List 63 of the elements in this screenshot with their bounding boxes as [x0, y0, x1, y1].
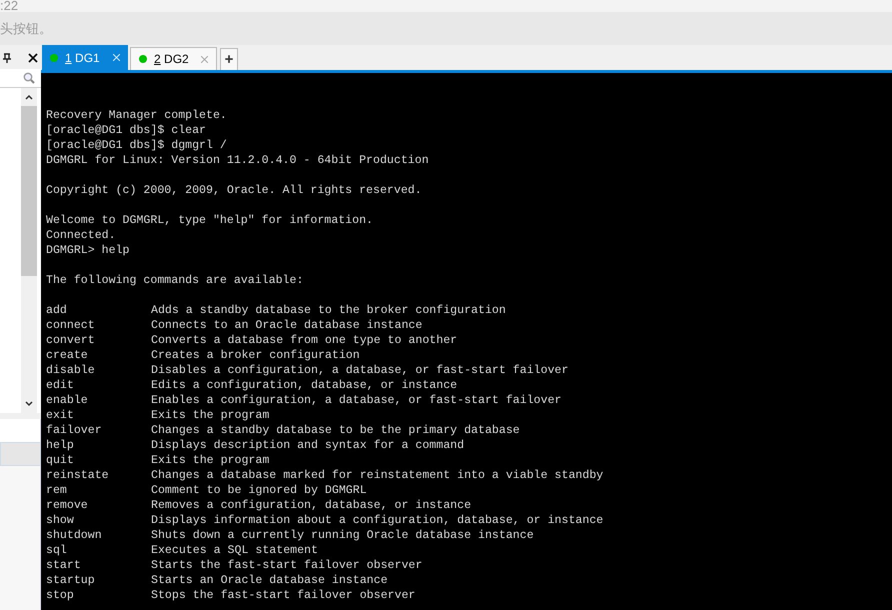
command-name: startup [46, 573, 96, 588]
command-name: convert [46, 333, 96, 348]
command-name: help [46, 438, 75, 453]
new-tab-button[interactable]: + [220, 48, 238, 70]
terminal-line: Welcome to DGMGRL, type "help" for information. [46, 213, 373, 228]
terminal-line: DGMGRL> help [46, 243, 130, 258]
command-description: Displays information about a configuration, database, or instance [151, 513, 604, 528]
command-description: Displays description and syntax for a command [151, 438, 464, 453]
command-name: reinstate [46, 468, 110, 483]
command-description: Starts the fast-start failover observer [151, 558, 422, 573]
search-icon [23, 72, 35, 84]
close-icon[interactable] [28, 52, 38, 62]
terminal-line: [oracle@DG1 dbs]$ clear [46, 123, 206, 138]
command-name: connect [46, 318, 96, 333]
command-description: Shuts down a currently running Oracle database instance [151, 528, 534, 543]
clock-text: :22 [0, 0, 18, 12]
tab-label: 1 DG1 [65, 50, 101, 66]
command-description: Comment to be ignored by DGMGRL [151, 483, 367, 498]
command-description: Disables a configuration, a database, or fast-start failover [151, 363, 568, 378]
terminal-tab[interactable]: 1 DG1 [42, 45, 128, 70]
command-name: sql [46, 543, 68, 558]
command-name: rem [46, 483, 68, 498]
command-name: add [46, 303, 68, 318]
command-name: stop [46, 588, 75, 603]
command-description: Starts an Oracle database instance [151, 573, 388, 588]
command-description: Creates a broker configuration [151, 348, 360, 363]
command-description: Executes a SQL statement [151, 543, 318, 558]
command-name: quit [46, 453, 75, 468]
command-name: show [46, 513, 75, 528]
command-description: Connects to an Oracle database instance [151, 318, 422, 333]
scrollbar-thumb[interactable] [21, 106, 37, 276]
terminal-line: DGMGRL for Linux: Version 11.2.0.4.0 - 64bit Production [46, 153, 429, 168]
command-description: Exits the program [151, 453, 270, 468]
terminal-line: [oracle@DG1 dbs]$ dgmgrl / [46, 138, 227, 153]
command-description: Edits a configuration, database, or instance [151, 378, 458, 393]
command-description: Removes a configuration, database, or instance [151, 498, 472, 513]
command-description: Exits the program [151, 408, 270, 423]
command-description: Changes a database marked for reinstatement into a viable standby [151, 468, 604, 483]
command-name: remove [46, 498, 89, 513]
terminal-line: The following commands are available: [46, 273, 304, 288]
command-name: shutdown [46, 528, 103, 543]
command-description: Converts a database from one type to another [151, 333, 458, 348]
terminal-tab[interactable]: 2 DG2 [130, 47, 217, 70]
terminal[interactable] [41, 73, 892, 610]
tab-label: 2 DG2 [154, 51, 190, 68]
pin-icon[interactable] [3, 52, 11, 62]
command-name: exit [46, 408, 75, 423]
hint-text: 头按钮。 [0, 20, 52, 38]
terminal-line: Recovery Manager complete. [46, 108, 227, 123]
command-name: disable [46, 363, 96, 378]
command-description: Enables a configuration, a database, or fast-start failover [151, 393, 562, 408]
terminal-line: Connected. [46, 228, 116, 243]
command-name: edit [46, 378, 75, 393]
terminal-line: Copyright (c) 2000, 2009, Oracle. All rights reserved. [46, 183, 422, 198]
command-name: enable [46, 393, 89, 408]
command-description: Stops the fast-start failover observer [151, 588, 416, 603]
command-name: create [46, 348, 89, 363]
command-name: failover [46, 423, 103, 438]
scrollbar[interactable] [21, 88, 37, 413]
command-description: Changes a standby database to be the primary database [151, 423, 520, 438]
command-description: Adds a standby database to the broker configuration [151, 303, 506, 318]
search-field[interactable] [0, 69, 41, 88]
command-name: start [46, 558, 82, 573]
